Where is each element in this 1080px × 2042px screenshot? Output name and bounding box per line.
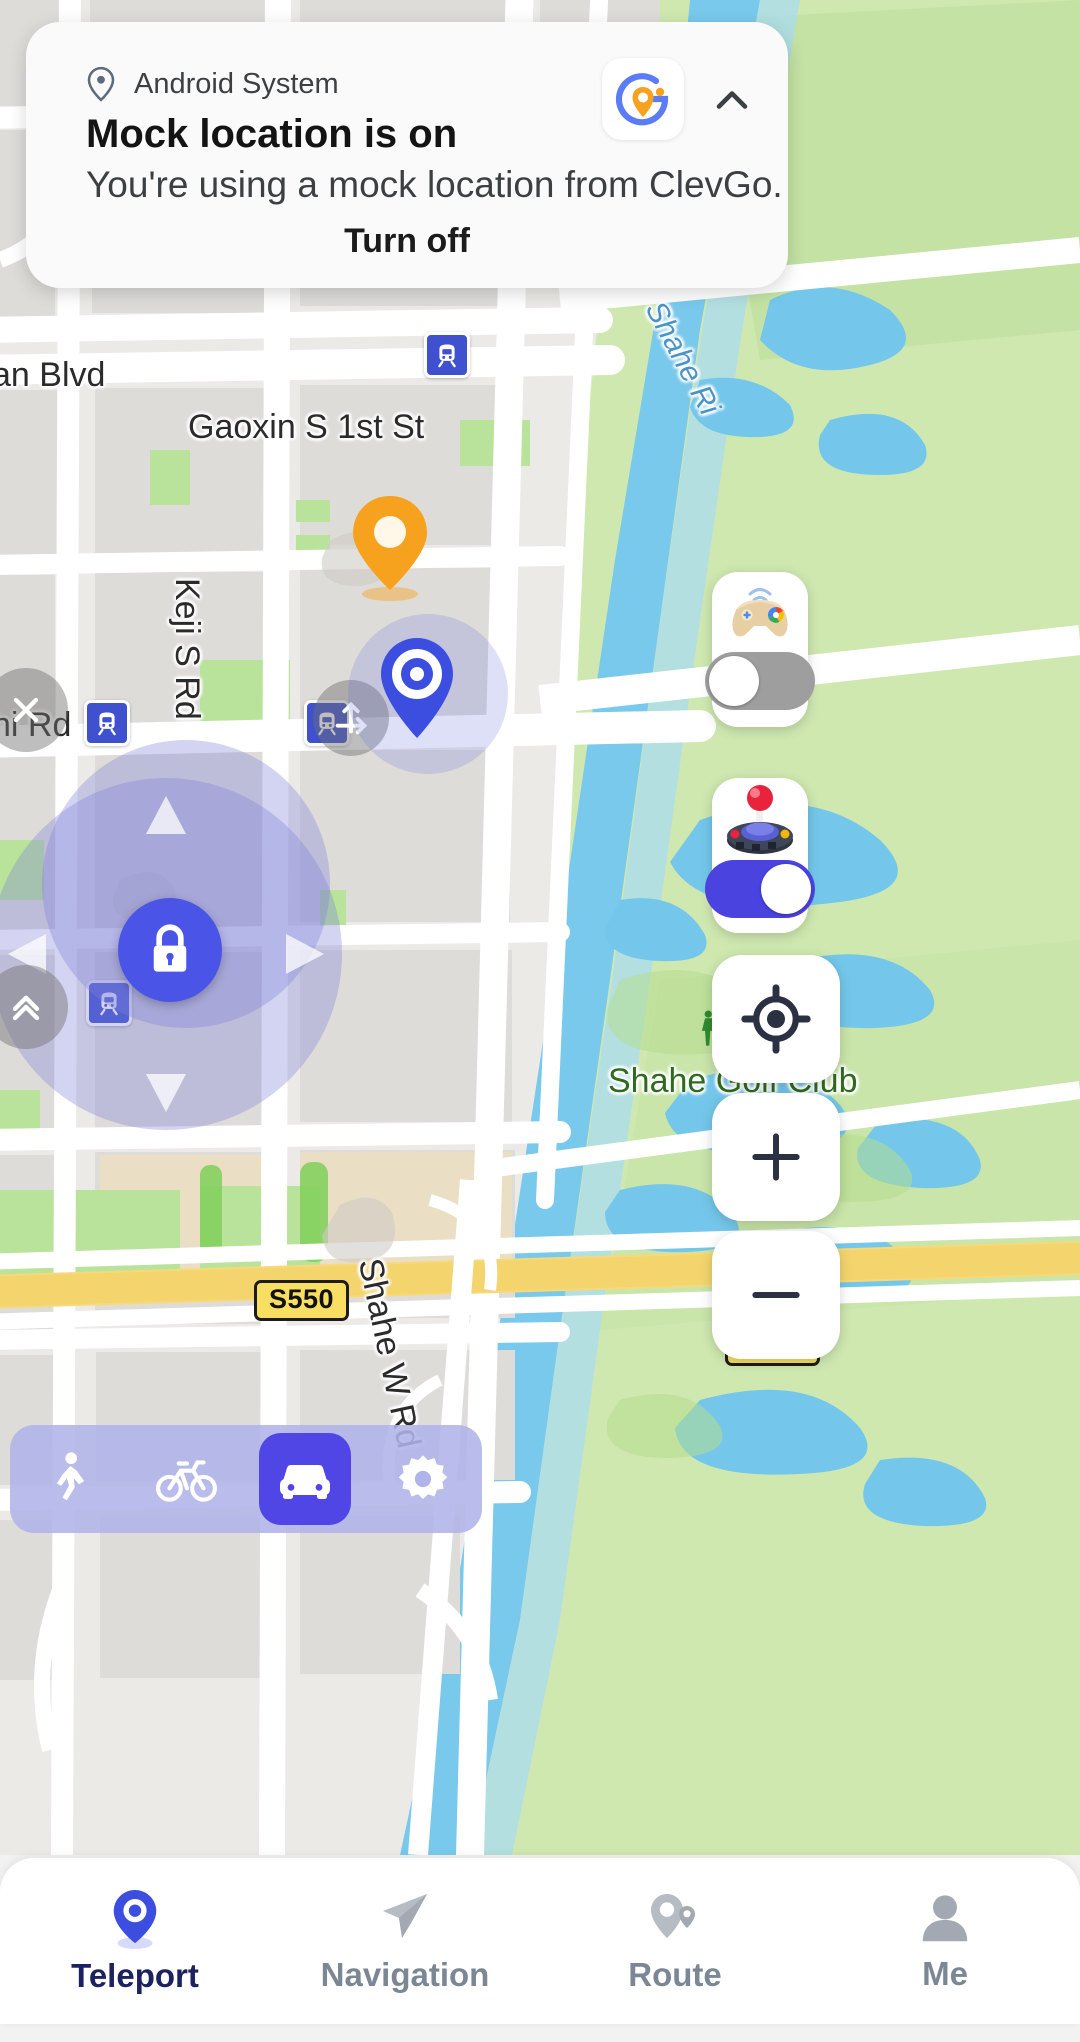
tab-me-label: Me [922, 1955, 968, 1992]
lock-icon [153, 924, 187, 972]
map-label: Gaoxin S 1st St [188, 408, 425, 446]
bottom-system-strip [0, 2024, 1080, 2042]
notification-header: Android System [86, 66, 339, 102]
notification-collapse-button[interactable] [706, 74, 758, 126]
gamepad-icon [732, 588, 788, 637]
notification-title: Mock location is on [86, 112, 458, 156]
zoom-out-button[interactable] [712, 1231, 840, 1359]
joystick-toggle[interactable] [705, 860, 815, 918]
tab-navigation-label: Navigation [320, 1956, 490, 1993]
location-pin-icon [113, 1889, 157, 1949]
highway-shield: S550 [254, 1280, 350, 1321]
metro-station-icon[interactable] [84, 700, 130, 746]
bottom-tab-bar[interactable]: Teleport Navigation Route Me [0, 1858, 1080, 2024]
notification-app-name: Android System [134, 67, 339, 100]
zoom-in-button[interactable] [712, 1093, 840, 1221]
gear-icon [398, 1455, 448, 1500]
notification-app-icon [602, 58, 684, 140]
close-icon [13, 697, 39, 723]
joystick-lock-button[interactable] [118, 898, 222, 1002]
minus-icon [752, 1292, 800, 1298]
plus-icon [752, 1133, 800, 1181]
tab-teleport-label: Teleport [71, 1957, 199, 1994]
current-location-marker[interactable] [372, 632, 462, 744]
metro-station-icon[interactable] [424, 332, 470, 378]
notification-body: You're using a mock location from ClevGo… [86, 164, 783, 205]
map-label: Keji S Rd [168, 578, 206, 720]
tab-route-label: Route [628, 1956, 722, 1993]
paper-plane-icon [383, 1894, 427, 1938]
mode-car[interactable] [259, 1433, 351, 1525]
mode-bicycle[interactable] [141, 1433, 233, 1525]
clevgo-logo-icon [615, 73, 669, 126]
notification-turn-off-button[interactable]: Turn off [26, 222, 788, 261]
gamepad-toggle-knob [709, 656, 759, 706]
person-icon [922, 1895, 968, 1942]
tab-me[interactable]: Me [810, 1858, 1080, 2024]
chevron-up-double-icon [12, 995, 40, 1021]
map-label: an Blvd [0, 356, 106, 394]
location-pin-icon [87, 66, 115, 102]
crosshair-icon [741, 984, 811, 1054]
bicycle-icon [156, 1460, 217, 1502]
joystick-control-card[interactable] [705, 778, 815, 933]
tab-route[interactable]: Route [540, 1858, 810, 2024]
notification-card[interactable]: Android System Mock location is on You'r… [26, 22, 788, 288]
travel-mode-bar[interactable] [10, 1425, 482, 1533]
joystick-icon [727, 785, 793, 854]
locate-me-button[interactable] [712, 955, 840, 1083]
gamepad-toggle[interactable] [705, 652, 815, 710]
joystick-toggle-knob [761, 864, 811, 914]
tab-navigation[interactable]: Navigation [270, 1858, 540, 2024]
destination-marker[interactable] [348, 492, 432, 602]
mode-walk[interactable] [23, 1433, 115, 1525]
route-pin-icon [651, 1894, 695, 1938]
gamepad-control-card[interactable] [705, 572, 815, 727]
mode-settings[interactable] [377, 1433, 469, 1525]
car-icon [280, 1465, 330, 1499]
walk-icon [56, 1452, 85, 1501]
tab-teleport[interactable]: Teleport [0, 1858, 270, 2024]
